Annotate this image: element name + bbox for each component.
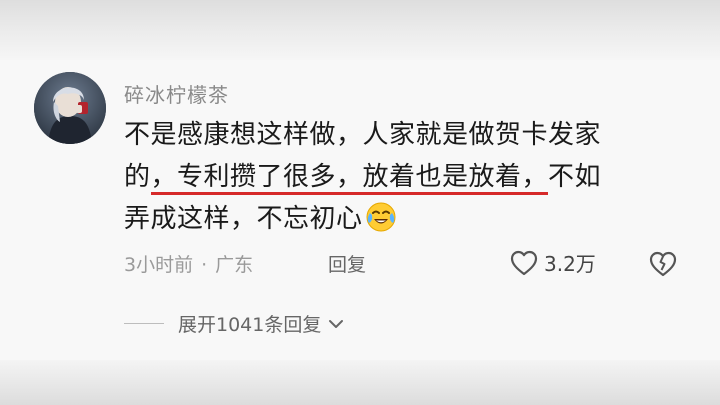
comment-location: 广东	[215, 254, 254, 276]
comment-line-1: 不是感康想这样做，人家就是做贺卡发家	[124, 120, 602, 150]
avatar-image-icon	[34, 72, 106, 144]
chevron-down-icon	[329, 319, 344, 328]
like-count: 3.2万	[544, 252, 596, 276]
like-button[interactable]: 3.2万	[510, 248, 596, 277]
expand-replies-row: 展开1041条回复	[124, 310, 345, 337]
underlined-highlight-text: ，专利攒了很多，放着也是放着，	[150, 162, 549, 195]
heart-icon	[510, 250, 538, 275]
comment-line-2-prefix: 的	[124, 162, 151, 192]
top-blurred-area	[0, 0, 720, 60]
comment-text: 不是感康想这样做，人家就是做贺卡发家 的，专利攒了很多，放着也是放着，不如 弄成…	[124, 114, 684, 240]
avatar[interactable]	[34, 72, 106, 144]
comment-username[interactable]: 碎冰柠檬茶	[124, 79, 229, 108]
meta-separator: ·	[201, 254, 208, 276]
laughing-crying-emoji-icon	[365, 201, 397, 233]
bottom-blurred-area	[0, 360, 720, 405]
comment-line-3: 弄成这样，不忘初心	[124, 198, 684, 240]
reply-button[interactable]: 回复	[328, 250, 366, 277]
expand-replies-button[interactable]: 展开1041条回复	[178, 310, 345, 337]
comment-line-3-text: 弄成这样，不忘初心	[124, 204, 363, 234]
comment-line-2: 的，专利攒了很多，放着也是放着，不如	[124, 156, 684, 198]
broken-heart-icon	[649, 251, 677, 277]
comment-meta: 3小时前 · 广东	[124, 250, 253, 277]
expand-replies-label: 展开1041条回复	[178, 314, 322, 336]
expand-divider-line	[124, 323, 164, 324]
comment-time: 3小时前	[124, 254, 194, 276]
comment-line-2-suffix: 不如	[548, 162, 602, 192]
dislike-button[interactable]	[648, 250, 678, 282]
